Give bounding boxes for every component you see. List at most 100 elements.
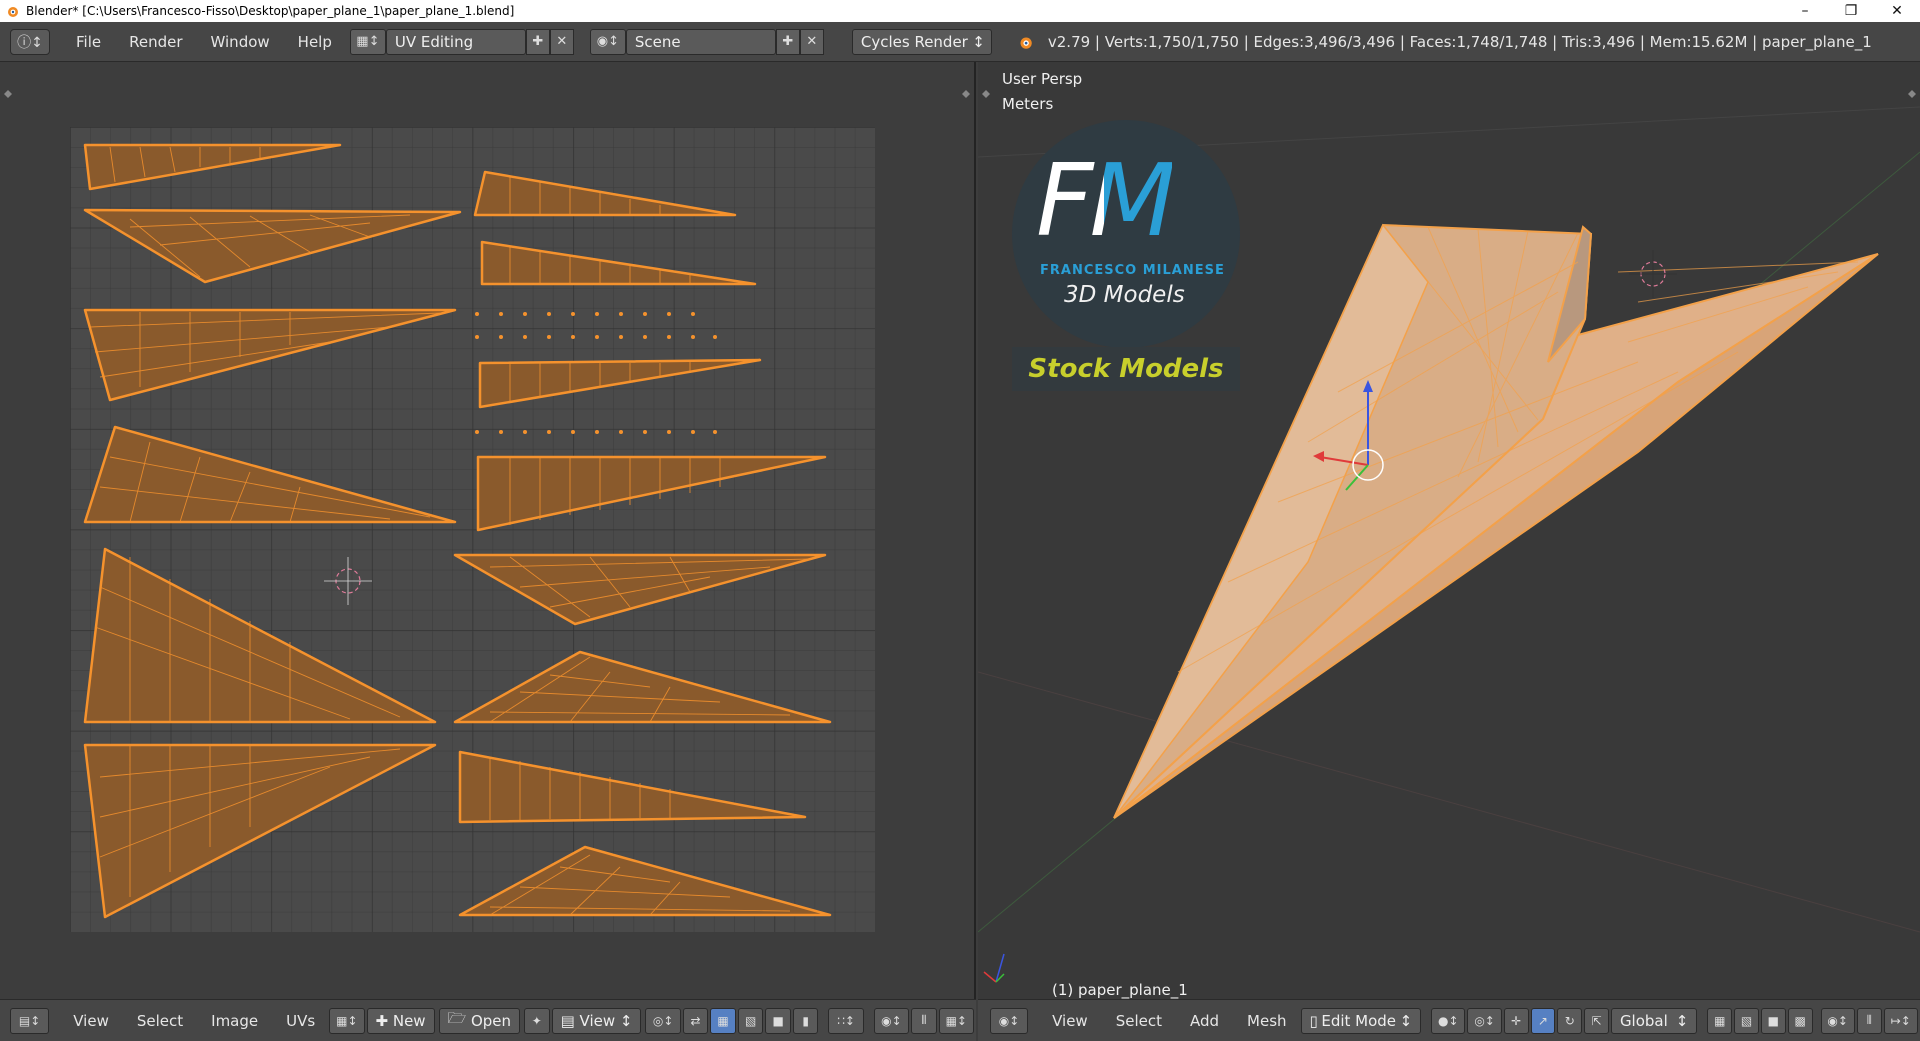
new-image-button[interactable]: ✚ New (366, 1007, 435, 1034)
open-image-button[interactable]: 🗁 Open (438, 1007, 521, 1034)
menu-help[interactable]: Help (284, 33, 346, 51)
snap-element-3d-icon[interactable]: ↦↕ (1883, 1007, 1918, 1034)
scene-label: Scene (634, 32, 681, 51)
3d-editor-type-button[interactable]: ◉↕ (990, 1007, 1029, 1034)
uv-menu-select[interactable]: Select (123, 1012, 197, 1030)
face-select-mode-icon[interactable]: ■ (1760, 1007, 1786, 1034)
vertex-select-mode-icon[interactable]: ▦ (1707, 1007, 1733, 1034)
3d-cursor-icon[interactable] (1629, 250, 1677, 298)
3d-menu-mesh[interactable]: Mesh (1233, 1012, 1301, 1030)
snap-3d-icon[interactable]: ⦀ (1856, 1007, 1882, 1034)
uv-view-mode-dropdown[interactable]: ▤ View ↕ (551, 1007, 642, 1034)
snap-element-icon[interactable]: ▦↕ (938, 1007, 974, 1034)
screen-layout-icon-button[interactable]: ▦↕ (349, 28, 386, 55)
edge-select-icon[interactable]: ▧ (737, 1007, 764, 1034)
paper-plane-mesh[interactable] (1113, 223, 1879, 819)
blender-logo-icon (8, 7, 18, 17)
3d-menu-view[interactable]: View (1038, 1012, 1102, 1030)
dropdown-arrows-icon: ↕ (1399, 1011, 1413, 1030)
manipulator-toggle-icon[interactable]: ✛ (1503, 1007, 1529, 1034)
edge-select-mode-icon[interactable]: ▧ (1734, 1007, 1759, 1034)
dropdown-arrows-icon: ↕ (972, 32, 985, 51)
uv-menu-image[interactable]: Image (197, 1012, 272, 1030)
render-engine-dropdown[interactable]: Cycles Render ↕ (851, 28, 992, 55)
scene-stats: v2.79 | Verts:1,750/1,750 | Edges:3,496/… (1047, 32, 1872, 51)
render-engine-label: Cycles Render (860, 32, 968, 51)
add-screen-button[interactable]: ✚ (525, 28, 550, 55)
image-editor-icon: ▤↕ (18, 1013, 41, 1028)
uv-editor-type-button[interactable]: ▤↕ (10, 1007, 50, 1034)
dropdown-arrows-icon: ↕ (1675, 1011, 1689, 1030)
menu-render[interactable]: Render (115, 33, 196, 51)
info-editor-type-button[interactable]: ⓘ↕ (10, 28, 50, 55)
face-select-icon[interactable]: ■ (765, 1007, 791, 1034)
add-scene-button[interactable]: ✚ (775, 28, 800, 55)
limit-selection-icon[interactable]: ▩ (1787, 1007, 1813, 1034)
3d-view-icon: ◉↕ (998, 1013, 1020, 1028)
view-name-label: User Persp (1002, 70, 1083, 88)
region-toggle-right-icon[interactable] (1907, 89, 1917, 99)
logo-initials: FM (1036, 142, 1176, 259)
region-toggle-left-icon[interactable] (3, 89, 13, 99)
interaction-mode-dropdown[interactable]: ▯ Edit Mode ↕ (1300, 1007, 1422, 1034)
region-toggle-left-icon[interactable] (981, 89, 991, 99)
minimize-button[interactable]: – (1782, 0, 1828, 22)
info-icon: ⓘ↕ (17, 34, 43, 51)
uv-editor-header: ▤↕ View Select Image UVs ▦↕ ✚ New 🗁 Open… (0, 999, 976, 1041)
3d-menu-select[interactable]: Select (1102, 1012, 1176, 1030)
image-browse-button[interactable]: ▦↕ (329, 1007, 365, 1034)
uv-view-mode-label: View (579, 1011, 616, 1030)
transform-orientation-dropdown[interactable]: Global ↕ (1610, 1007, 1698, 1034)
3d-menu-add[interactable]: Add (1176, 1012, 1233, 1030)
rotate-manipulator-icon[interactable]: ↻ (1557, 1007, 1583, 1034)
pivot-center-icon[interactable]: ◎↕ (1467, 1007, 1502, 1034)
active-object-label: (1) paper_plane_1 (1052, 981, 1188, 999)
3d-view-header: ◉↕ View Select Add Mesh ▯ Edit Mode ↕ ●↕ ◎… (978, 999, 1920, 1041)
restore-button[interactable]: ❐ (1828, 0, 1874, 22)
window-titlebar: Blender* [C:\Users\Francesco-Fisso\Deskt… (0, 0, 1920, 22)
close-window-button[interactable]: ✕ (1874, 0, 1920, 22)
edit-mode-icon: ▯ (1309, 1011, 1318, 1030)
stock-models-label: Stock Models (1028, 354, 1224, 384)
vertex-select-icon[interactable]: ▦ (710, 1007, 736, 1034)
region-toggle-right-icon[interactable] (961, 89, 971, 99)
uv-grid-canvas[interactable] (70, 127, 875, 932)
scene-icon-button[interactable]: ◉↕ (589, 28, 626, 55)
uv-image-editor[interactable] (0, 62, 976, 999)
transform-orientation-label: Global (1619, 1011, 1668, 1030)
pin-image-icon[interactable]: ✦ (524, 1007, 550, 1034)
remove-screen-button[interactable]: ✕ (549, 28, 574, 55)
stock-models-banner: Stock Models (1012, 347, 1240, 391)
translate-manipulator-icon[interactable]: ↗ (1530, 1007, 1556, 1034)
island-select-icon[interactable]: ▮ (792, 1007, 819, 1034)
snap-icon[interactable]: ⦀ (911, 1007, 937, 1034)
dropdown-arrows-icon: ↕ (615, 1011, 633, 1030)
remove-scene-button[interactable]: ✕ (799, 28, 824, 55)
menu-file[interactable]: File (62, 33, 115, 51)
screen-layout-label: UV Editing (394, 32, 474, 51)
scale-manipulator-icon[interactable]: ⇱ (1584, 1007, 1609, 1034)
interaction-mode-label: Edit Mode (1321, 1011, 1397, 1030)
axis-widget-icon (983, 953, 1005, 983)
folder-icon: 🗁 (447, 1009, 471, 1027)
view-mode-icon: ▤ (560, 1011, 580, 1030)
pivot-point-icon[interactable]: ◎↕ (645, 1007, 681, 1034)
menu-window[interactable]: Window (197, 33, 284, 51)
sync-selection-icon[interactable]: ⇄ (682, 1007, 709, 1034)
proportional-edit-3d-icon[interactable]: ◉↕ (1820, 1007, 1855, 1034)
viewport-shading-icon[interactable]: ●↕ (1431, 1007, 1466, 1034)
open-image-label: Open (470, 1011, 512, 1030)
window-title: Blender* [C:\Users\Francesco-Fisso\Deskt… (26, 4, 515, 18)
info-header: ⓘ↕ File Render Window Help ▦↕ UV Editing… (0, 22, 1920, 62)
scene-field[interactable]: Scene (625, 28, 776, 55)
screen-layout-field[interactable]: UV Editing (385, 28, 526, 55)
x-axis-line (978, 671, 1920, 933)
proportional-edit-icon[interactable]: ◉↕ (873, 1007, 910, 1034)
plus-icon: ✚ (375, 1011, 393, 1030)
uv-menu-view[interactable]: View (59, 1012, 123, 1030)
uv-menu-uvs[interactable]: UVs (272, 1012, 329, 1030)
blender-logo-icon (1020, 37, 1032, 49)
sticky-selection-icon[interactable]: ∷↕ (828, 1007, 864, 1034)
logo-name: FRANCESCO MILANESE (1040, 263, 1225, 278)
new-image-label: New (392, 1011, 426, 1030)
